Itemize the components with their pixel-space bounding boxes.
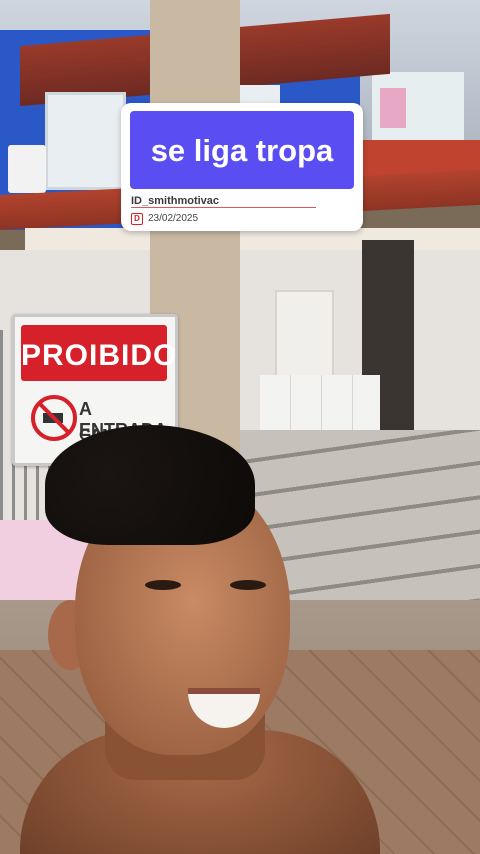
caption-card: se liga tropa ID_smithmotivac D 23/02/20… bbox=[121, 103, 363, 231]
caption-banner: se liga tropa bbox=[130, 111, 354, 189]
hair bbox=[45, 425, 255, 545]
blue-house-window bbox=[45, 92, 126, 190]
wall-panel bbox=[275, 290, 334, 379]
caption-username: ID_smithmotivac bbox=[131, 195, 220, 207]
distant-building-pink bbox=[380, 88, 406, 128]
person bbox=[20, 420, 380, 854]
air-conditioner bbox=[8, 145, 46, 193]
caption-divider bbox=[131, 207, 316, 208]
right-eye bbox=[230, 580, 266, 590]
calendar-icon: D bbox=[131, 213, 143, 225]
caption-text: se liga tropa bbox=[150, 133, 334, 168]
caption-date: 23/02/2025 bbox=[148, 213, 199, 224]
left-eye bbox=[145, 580, 181, 590]
sign-title: PROIBIDO bbox=[21, 339, 178, 372]
sign-header: PROIBIDO bbox=[21, 325, 178, 381]
